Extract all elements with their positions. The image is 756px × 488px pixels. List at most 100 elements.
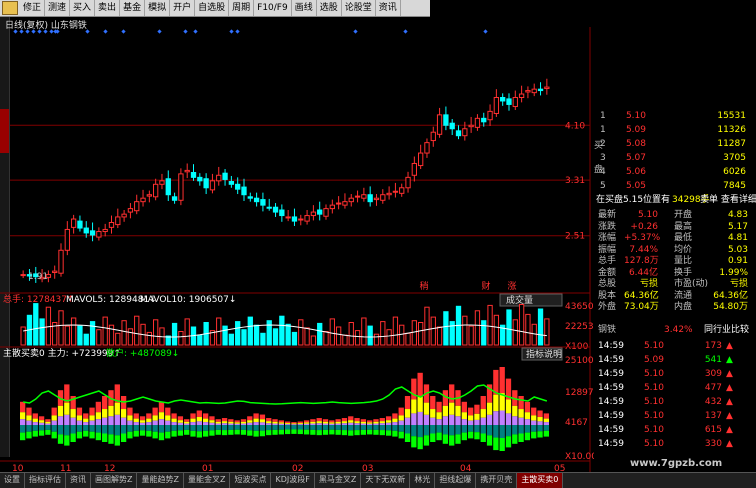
candle-body[interactable]: [77, 220, 83, 229]
candle-body[interactable]: [159, 180, 165, 185]
event-marker[interactable]: [229, 29, 234, 34]
indicator-tab[interactable]: 天下无双新: [361, 473, 411, 488]
candle-body[interactable]: [247, 196, 253, 199]
candle-body[interactable]: [260, 199, 266, 206]
candle-body[interactable]: [272, 206, 279, 213]
candle-body[interactable]: [96, 231, 102, 238]
volume-bar[interactable]: [253, 324, 260, 346]
indicator-tab[interactable]: 指标评估: [25, 473, 66, 488]
candle-body[interactable]: [380, 194, 386, 201]
volume-bar[interactable]: [424, 306, 430, 346]
event-marker[interactable]: [483, 29, 488, 34]
candle-body[interactable]: [399, 187, 405, 194]
volume-bar[interactable]: [449, 321, 455, 346]
candle-body[interactable]: [430, 131, 436, 142]
candle-body[interactable]: [70, 218, 77, 228]
candle-body[interactable]: [493, 97, 500, 114]
candle-body[interactable]: [291, 216, 298, 222]
volume-bar[interactable]: [392, 316, 399, 346]
candle-body[interactable]: [354, 195, 361, 198]
volume-bar[interactable]: [235, 321, 241, 346]
candle-body[interactable]: [298, 218, 304, 221]
event-marker[interactable]: [31, 29, 36, 34]
volume-bar[interactable]: [222, 325, 228, 346]
volume-bar[interactable]: [481, 320, 487, 346]
event-marker[interactable]: [43, 29, 48, 34]
event-marker[interactable]: [193, 29, 198, 34]
candle-body[interactable]: [455, 130, 462, 137]
event-marker[interactable]: [403, 29, 408, 34]
toolbar-button[interactable]: 测速: [45, 0, 71, 16]
candle-body[interactable]: [373, 197, 380, 201]
volume-bar[interactable]: [317, 322, 323, 346]
volume-bar[interactable]: [354, 330, 361, 346]
volume-bar[interactable]: [70, 317, 77, 346]
volume-bar[interactable]: [121, 320, 127, 346]
candle-body[interactable]: [323, 208, 329, 217]
volume-bar[interactable]: [418, 322, 424, 346]
event-marker[interactable]: [353, 29, 358, 34]
volume-bar[interactable]: [102, 316, 108, 346]
volume-bar[interactable]: [373, 333, 380, 346]
candle-body[interactable]: [127, 208, 134, 213]
toolbar-button[interactable]: 买入: [70, 0, 96, 16]
candle-body[interactable]: [424, 142, 430, 154]
candle-body[interactable]: [544, 86, 550, 89]
volume-bar[interactable]: [323, 331, 329, 346]
volume-bar[interactable]: [279, 315, 285, 346]
candle-body[interactable]: [165, 178, 171, 196]
volume-bar[interactable]: [134, 315, 140, 346]
candle-body[interactable]: [140, 197, 146, 203]
candle-body[interactable]: [253, 197, 260, 203]
volume-bar[interactable]: [518, 304, 525, 346]
volume-bar[interactable]: [20, 326, 26, 346]
volume-bar[interactable]: [197, 334, 203, 346]
candle-body[interactable]: [203, 178, 209, 189]
back-arrow-icon[interactable]: [2, 1, 18, 15]
volume-bar[interactable]: [89, 321, 96, 346]
volume-bar[interactable]: [260, 332, 266, 346]
candle-body[interactable]: [449, 122, 455, 130]
volume-bar[interactable]: [304, 327, 310, 346]
candle-body[interactable]: [317, 209, 323, 215]
candle-body[interactable]: [108, 222, 115, 228]
candle-body[interactable]: [83, 227, 89, 234]
volume-bar[interactable]: [386, 329, 392, 346]
volume-bar[interactable]: [108, 324, 115, 346]
toolbar-button[interactable]: 基金: [120, 0, 146, 16]
volume-bar[interactable]: [380, 321, 386, 346]
candle-body[interactable]: [518, 93, 525, 99]
candle-body[interactable]: [279, 209, 285, 217]
candle-body[interactable]: [506, 98, 512, 105]
volume-bar[interactable]: [241, 329, 247, 346]
volume-bar[interactable]: [436, 326, 443, 346]
event-marker[interactable]: [19, 29, 24, 34]
indicator-tab[interactable]: 林光: [410, 473, 436, 488]
candle-body[interactable]: [52, 270, 58, 274]
candle-body[interactable]: [481, 117, 487, 123]
volume-bar[interactable]: [291, 331, 298, 346]
candle-body[interactable]: [468, 124, 474, 128]
event-marker[interactable]: [25, 29, 30, 34]
toolbar-button[interactable]: 自选股: [195, 0, 230, 16]
candle-body[interactable]: [443, 114, 449, 126]
volume-bar[interactable]: [512, 319, 518, 346]
indicator-tab[interactable]: 资讯: [66, 473, 91, 488]
volume-bar[interactable]: [348, 322, 354, 346]
volume-bar[interactable]: [298, 319, 304, 346]
indicator-tab[interactable]: 担线起爆: [435, 473, 477, 488]
chart-area[interactable]: 4.103.312.511.91稍财涨总手: 1278437↑MAVOL5: 1…: [0, 27, 594, 472]
volume-bar[interactable]: [506, 309, 512, 346]
candle-body[interactable]: [121, 213, 127, 218]
volume-bar[interactable]: [525, 313, 531, 346]
volume-bar[interactable]: [285, 323, 291, 346]
volume-bar[interactable]: [405, 332, 411, 346]
candle-body[interactable]: [531, 88, 537, 94]
volume-bar[interactable]: [367, 325, 373, 346]
volume-bar[interactable]: [115, 332, 121, 346]
toolbar-button[interactable]: 画线: [292, 0, 317, 16]
candle-body[interactable]: [178, 173, 184, 201]
toolbar-button[interactable]: 资讯: [376, 0, 401, 16]
volume-bar[interactable]: [474, 310, 481, 346]
event-marker[interactable]: [13, 29, 18, 34]
